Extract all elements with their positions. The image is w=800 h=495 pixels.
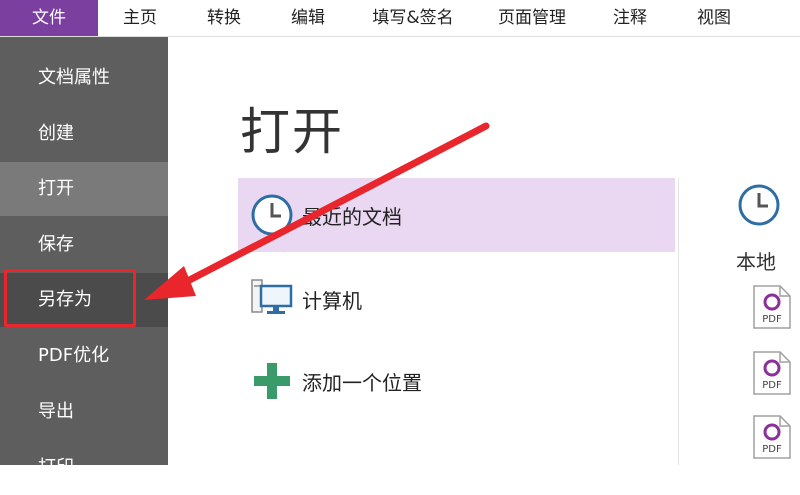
places-list: 最近的文档 计算机 添加一个位置 (238, 178, 679, 465)
clock-icon (736, 182, 782, 232)
menu-file[interactable]: 文件 (0, 0, 98, 36)
pdf-file-label: PDF (762, 380, 782, 391)
plus-icon (248, 357, 296, 405)
computer-icon (248, 275, 296, 323)
place-computer[interactable]: 计算机 (238, 262, 675, 336)
sidebar-item-doc-properties[interactable]: 文档属性 (0, 51, 168, 105)
pdf-file-icon[interactable]: PDF (752, 284, 792, 330)
clock-icon (248, 191, 296, 239)
sidebar-item-create[interactable]: 创建 (0, 107, 168, 161)
pdf-file-label: PDF (762, 314, 782, 325)
place-label: 计算机 (302, 288, 362, 313)
menu-fill-sign[interactable]: 填写&签名 (350, 0, 476, 36)
menu-home[interactable]: 主页 (98, 0, 182, 36)
place-label: 最近的文档 (302, 204, 402, 229)
pdf-file-label: PDF (762, 444, 782, 455)
place-recent-documents[interactable]: 最近的文档 (238, 178, 675, 252)
pdf-file-icon[interactable]: PDF (752, 350, 792, 396)
sidebar-item-export[interactable]: 导出 (0, 385, 168, 439)
sidebar-item-pdf-optimize[interactable]: PDF优化 (0, 329, 168, 383)
menu-annotate[interactable]: 注释 (588, 0, 672, 36)
sidebar-item-print[interactable]: 打印 (0, 441, 168, 495)
place-add-location[interactable]: 添加一个位置 (238, 344, 675, 418)
place-label: 添加一个位置 (302, 370, 422, 395)
file-sidebar: 文档属性 创建 打开 保存 另存为 PDF优化 导出 打印 (0, 37, 168, 478)
menu-edit[interactable]: 编辑 (266, 0, 350, 36)
pdf-file-icon[interactable]: PDF (752, 414, 792, 460)
annotation-highlight-box (4, 269, 136, 327)
menu-convert[interactable]: 转换 (182, 0, 266, 36)
sidebar-item-open[interactable]: 打开 (0, 162, 168, 216)
local-section-label: 本地 (736, 250, 776, 274)
menu-bar: 文件 主页 转换 编辑 填写&签名 页面管理 注释 视图 (0, 0, 800, 37)
sidebar-item-save[interactable]: 保存 (0, 218, 168, 272)
menu-page-manage[interactable]: 页面管理 (476, 0, 588, 36)
menu-view[interactable]: 视图 (672, 0, 756, 36)
page-title: 打开 (240, 103, 344, 161)
